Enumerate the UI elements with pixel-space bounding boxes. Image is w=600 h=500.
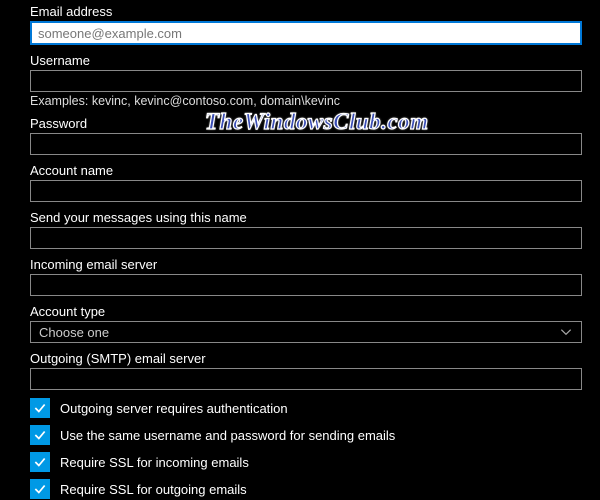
checkbox-row-ssl-in: Require SSL for incoming emails: [30, 452, 582, 472]
chevron-down-icon: [559, 325, 573, 339]
checkbox-ssl-out[interactable]: [30, 479, 50, 499]
check-icon: [33, 455, 47, 469]
email-field-group: Email address: [30, 4, 582, 45]
account-name-label: Account name: [30, 163, 582, 178]
checkbox-row-same-creds: Use the same username and password for s…: [30, 425, 582, 445]
checkbox-auth-label: Outgoing server requires authentication: [60, 401, 288, 416]
incoming-server-field-group: Incoming email server: [30, 257, 582, 296]
checkbox-row-auth: Outgoing server requires authentication: [30, 398, 582, 418]
outgoing-server-input[interactable]: [30, 368, 582, 390]
check-icon: [33, 401, 47, 415]
outgoing-server-label: Outgoing (SMTP) email server: [30, 351, 582, 366]
display-name-input[interactable]: [30, 227, 582, 249]
display-name-field-group: Send your messages using this name: [30, 210, 582, 249]
check-icon: [33, 428, 47, 442]
account-type-label: Account type: [30, 304, 582, 319]
account-type-field-group: Account type Choose one: [30, 304, 582, 343]
password-field-group: Password: [30, 116, 582, 155]
username-label: Username: [30, 53, 582, 68]
username-field-group: Username Examples: kevinc, kevinc@contos…: [30, 53, 582, 108]
password-label: Password: [30, 116, 582, 131]
email-input[interactable]: [30, 21, 582, 45]
incoming-server-input[interactable]: [30, 274, 582, 296]
checkbox-same-creds[interactable]: [30, 425, 50, 445]
account-name-field-group: Account name: [30, 163, 582, 202]
account-name-input[interactable]: [30, 180, 582, 202]
password-input[interactable]: [30, 133, 582, 155]
checkbox-auth[interactable]: [30, 398, 50, 418]
outgoing-server-field-group: Outgoing (SMTP) email server: [30, 351, 582, 390]
account-type-selected: Choose one: [39, 325, 109, 340]
checkbox-ssl-in-label: Require SSL for incoming emails: [60, 455, 249, 470]
email-label: Email address: [30, 4, 582, 19]
display-name-label: Send your messages using this name: [30, 210, 582, 225]
check-icon: [33, 482, 47, 496]
account-type-select[interactable]: Choose one: [30, 321, 582, 343]
checkbox-ssl-out-label: Require SSL for outgoing emails: [60, 482, 247, 497]
incoming-server-label: Incoming email server: [30, 257, 582, 272]
checkbox-row-ssl-out: Require SSL for outgoing emails: [30, 479, 582, 499]
username-hint: Examples: kevinc, kevinc@contoso.com, do…: [30, 94, 582, 108]
checkbox-same-creds-label: Use the same username and password for s…: [60, 428, 395, 443]
username-input[interactable]: [30, 70, 582, 92]
checkbox-ssl-in[interactable]: [30, 452, 50, 472]
